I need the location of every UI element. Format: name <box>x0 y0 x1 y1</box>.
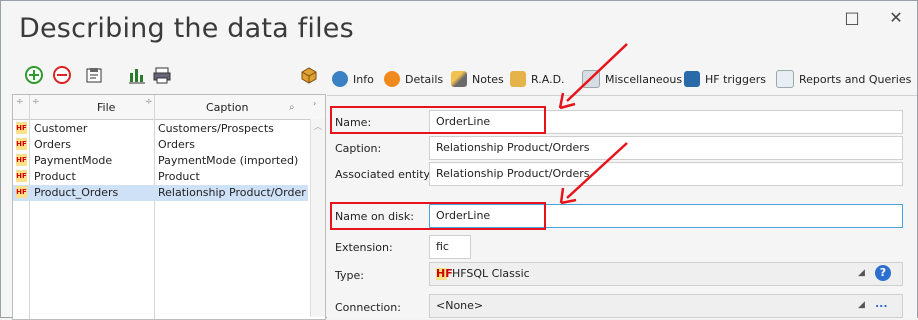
annotation-arrows <box>558 43 628 205</box>
arrow-to-name <box>558 43 628 110</box>
arrow-to-name-on-disk <box>559 142 628 205</box>
